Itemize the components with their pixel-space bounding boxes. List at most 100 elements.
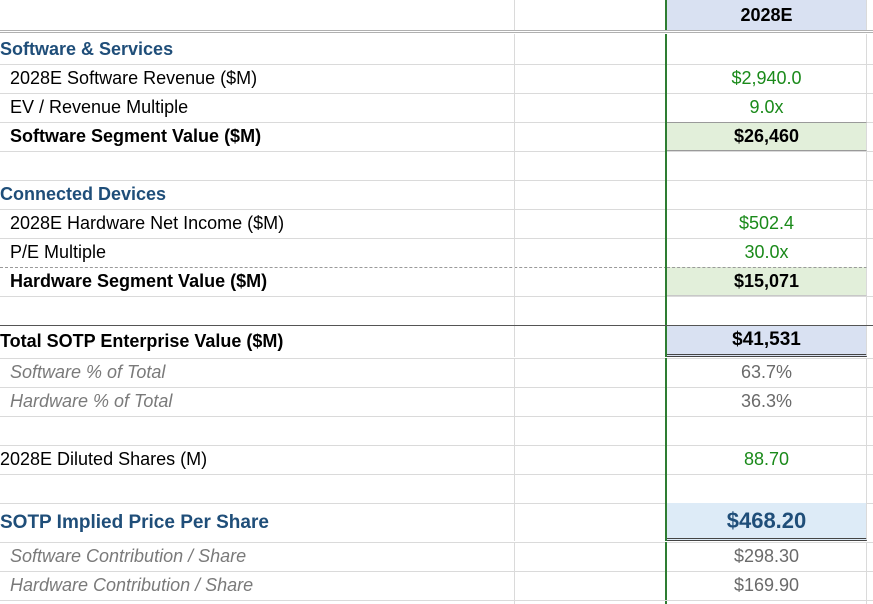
- cell-b[interactable]: [515, 122, 667, 151]
- cell-a[interactable]: [0, 151, 515, 180]
- hardware-contribution-value: $169.90: [733, 575, 800, 595]
- cell-b[interactable]: [515, 93, 667, 122]
- column-header-label: 2028E: [740, 5, 793, 25]
- hardware-segment-cell[interactable]: Hardware Segment Value ($M): [0, 267, 515, 296]
- cell-b[interactable]: [515, 34, 667, 64]
- total-ev-cell[interactable]: Total SOTP Enterprise Value ($M): [0, 326, 515, 357]
- cell-b[interactable]: [515, 326, 667, 357]
- cell-b[interactable]: [515, 503, 667, 541]
- pe-multiple-cell[interactable]: P/E Multiple: [0, 238, 515, 267]
- implied-price-value: $468.20: [726, 508, 807, 533]
- hardware-segment-row: Hardware Segment Value ($M) $15,071: [0, 267, 873, 296]
- hardware-segment-label: Hardware Segment Value ($M): [10, 271, 268, 291]
- total-ev-row: Total SOTP Enterprise Value ($M) $41,531: [0, 326, 873, 357]
- hardware-income-value-cell[interactable]: $502.4: [667, 209, 867, 238]
- software-revenue-cell[interactable]: 2028E Software Revenue ($M): [0, 64, 515, 93]
- blank-row-4: [0, 474, 873, 503]
- blank-row-3: [0, 416, 873, 445]
- software-pct-label: Software % of Total: [10, 362, 166, 382]
- implied-price-label: SOTP Implied Price Per Share: [0, 512, 269, 533]
- cell-c[interactable]: [667, 34, 867, 64]
- ev-multiple-value-cell[interactable]: 9.0x: [667, 93, 867, 122]
- cell-c[interactable]: [667, 151, 867, 180]
- software-revenue-value: $2,940.0: [731, 68, 802, 88]
- software-section-cell[interactable]: Software & Services: [0, 34, 515, 64]
- cell-c[interactable]: [667, 416, 867, 445]
- software-segment-value-cell[interactable]: $26,460: [667, 122, 867, 151]
- cell-b[interactable]: [515, 180, 667, 209]
- hardware-income-value: $502.4: [738, 213, 795, 233]
- software-segment-label: Software Segment Value ($M): [10, 126, 262, 146]
- implied-price-cell[interactable]: SOTP Implied Price Per Share: [0, 503, 515, 541]
- cell-b[interactable]: [515, 474, 667, 503]
- cell-b[interactable]: [515, 296, 667, 325]
- diluted-shares-value: 88.70: [743, 449, 790, 469]
- hardware-pct-label: Hardware % of Total: [10, 391, 173, 411]
- software-contribution-value: $298.30: [733, 546, 800, 566]
- cell-b[interactable]: [515, 151, 667, 180]
- ev-multiple-label: EV / Revenue Multiple: [10, 97, 189, 117]
- software-contribution-value-cell[interactable]: $298.30: [667, 542, 867, 571]
- header-row: 2028E: [0, 0, 873, 30]
- cell-b-header[interactable]: [515, 0, 667, 30]
- spreadsheet-grid: 2028E Software & Services 2028E Software…: [0, 0, 873, 604]
- cell-b[interactable]: [515, 209, 667, 238]
- hardware-pct-row: Hardware % of Total 36.3%: [0, 387, 873, 416]
- hardware-income-label: 2028E Hardware Net Income ($M): [10, 213, 285, 233]
- cell-a[interactable]: [0, 296, 515, 325]
- diluted-shares-cell[interactable]: 2028E Diluted Shares (M): [0, 445, 515, 474]
- ev-multiple-value: 9.0x: [749, 97, 784, 117]
- software-pct-value-cell[interactable]: 63.7%: [667, 358, 867, 387]
- software-contribution-row: Software Contribution / Share $298.30: [0, 542, 873, 571]
- blank-row-2: [0, 296, 873, 325]
- cell-b[interactable]: [515, 267, 667, 296]
- cell-b[interactable]: [515, 387, 667, 416]
- devices-section-label: Connected Devices: [0, 184, 167, 204]
- column-header-2028e[interactable]: 2028E: [667, 0, 867, 30]
- pe-multiple-row: P/E Multiple 30.0x: [0, 238, 873, 267]
- implied-price-row: SOTP Implied Price Per Share $468.20: [0, 503, 873, 541]
- cell-c[interactable]: [667, 474, 867, 503]
- cell-a[interactable]: [0, 474, 515, 503]
- software-pct-row: Software % of Total 63.7%: [0, 358, 873, 387]
- software-revenue-value-cell[interactable]: $2,940.0: [667, 64, 867, 93]
- diluted-shares-value-cell[interactable]: 88.70: [667, 445, 867, 474]
- software-pct-cell[interactable]: Software % of Total: [0, 358, 515, 387]
- cell-b[interactable]: [515, 358, 667, 387]
- software-section-row: Software & Services: [0, 34, 873, 64]
- cell-b[interactable]: [515, 416, 667, 445]
- software-section-label: Software & Services: [0, 39, 174, 59]
- cell-b[interactable]: [515, 238, 667, 267]
- software-segment-value: $26,460: [733, 126, 800, 146]
- cell-a[interactable]: [0, 416, 515, 445]
- diluted-shares-row: 2028E Diluted Shares (M) 88.70: [0, 445, 873, 474]
- cell-c[interactable]: [667, 296, 867, 325]
- hardware-income-cell[interactable]: 2028E Hardware Net Income ($M): [0, 209, 515, 238]
- hardware-income-row: 2028E Hardware Net Income ($M) $502.4: [0, 209, 873, 238]
- devices-section-cell[interactable]: Connected Devices: [0, 180, 515, 209]
- cell-c[interactable]: [667, 180, 867, 209]
- implied-price-value-cell[interactable]: $468.20: [667, 503, 867, 541]
- ev-multiple-cell[interactable]: EV / Revenue Multiple: [0, 93, 515, 122]
- software-segment-cell[interactable]: Software Segment Value ($M): [0, 122, 515, 151]
- cell-b[interactable]: [515, 64, 667, 93]
- software-contribution-cell[interactable]: Software Contribution / Share: [0, 542, 515, 571]
- pe-multiple-value: 30.0x: [744, 242, 789, 262]
- cell-a-header[interactable]: [0, 0, 515, 30]
- hardware-segment-value-cell[interactable]: $15,071: [667, 267, 867, 296]
- pe-multiple-value-cell[interactable]: 30.0x: [667, 238, 867, 267]
- software-segment-row: Software Segment Value ($M) $26,460: [0, 122, 873, 151]
- total-ev-value: $41,531: [732, 329, 801, 350]
- software-contribution-label: Software Contribution / Share: [10, 546, 247, 566]
- software-revenue-label: 2028E Software Revenue ($M): [10, 68, 258, 88]
- blank-row-1: [0, 151, 873, 180]
- diluted-shares-label: 2028E Diluted Shares (M): [0, 449, 208, 469]
- cell-b[interactable]: [515, 542, 667, 571]
- hardware-pct-cell[interactable]: Hardware % of Total: [0, 387, 515, 416]
- hardware-pct-value-cell[interactable]: 36.3%: [667, 387, 867, 416]
- total-ev-label: Total SOTP Enterprise Value ($M): [0, 331, 284, 351]
- software-revenue-row: 2028E Software Revenue ($M) $2,940.0: [0, 64, 873, 93]
- cell-b[interactable]: [515, 445, 667, 474]
- total-ev-value-cell[interactable]: $41,531: [667, 326, 867, 357]
- software-pct-value: 63.7%: [740, 362, 793, 382]
